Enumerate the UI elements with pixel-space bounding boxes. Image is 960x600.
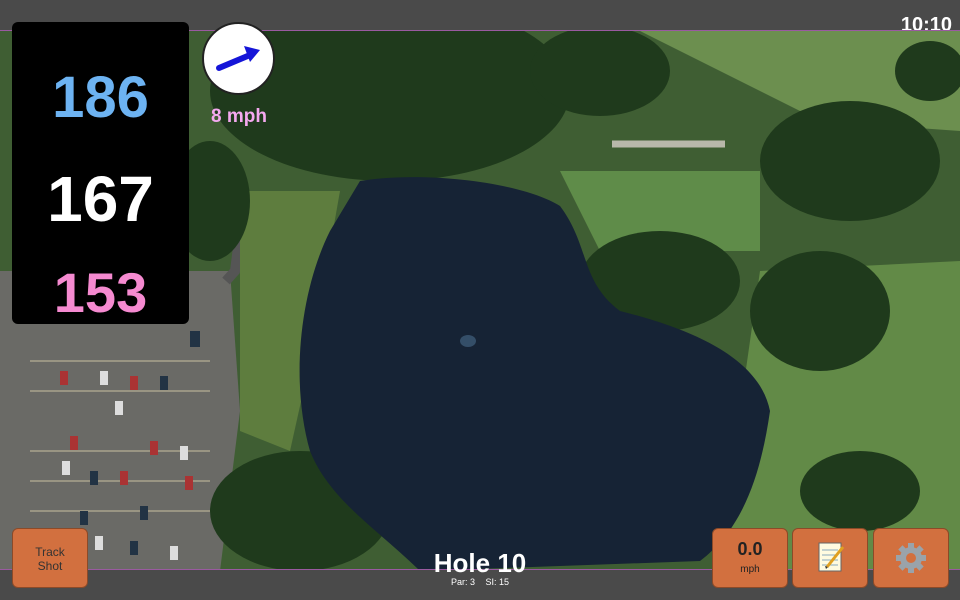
hole-title: Hole 10 <box>433 548 527 578</box>
track-shot-label-line2: Shot <box>37 559 63 573</box>
hole-info: Par: 3 SI: 15 <box>380 577 580 587</box>
hole-par: Par: 3 <box>450 577 475 587</box>
back-yardage: 186 <box>52 65 149 130</box>
arrow-right-up-icon <box>216 46 260 71</box>
speed-value: 0.0 <box>737 539 763 559</box>
speed-unit: mph <box>740 564 760 575</box>
yardage-panel: 186 167 153 <box>12 22 189 324</box>
gear-icon <box>896 543 926 573</box>
track-shot-label-line1: Track <box>35 545 65 559</box>
middle-yardage: 167 <box>47 163 154 235</box>
settings-button[interactable] <box>873 528 949 588</box>
hole-stroke-index: SI: 15 <box>485 577 510 587</box>
notepad-icon <box>818 542 845 572</box>
wind-direction-indicator <box>202 22 275 95</box>
notes-button[interactable] <box>792 528 868 588</box>
track-shot-button[interactable]: Track Shot <box>12 528 88 588</box>
front-yardage: 153 <box>53 261 148 324</box>
wind-speed: 8 mph <box>211 106 267 127</box>
speed-button[interactable]: 0.0 mph <box>712 528 788 588</box>
